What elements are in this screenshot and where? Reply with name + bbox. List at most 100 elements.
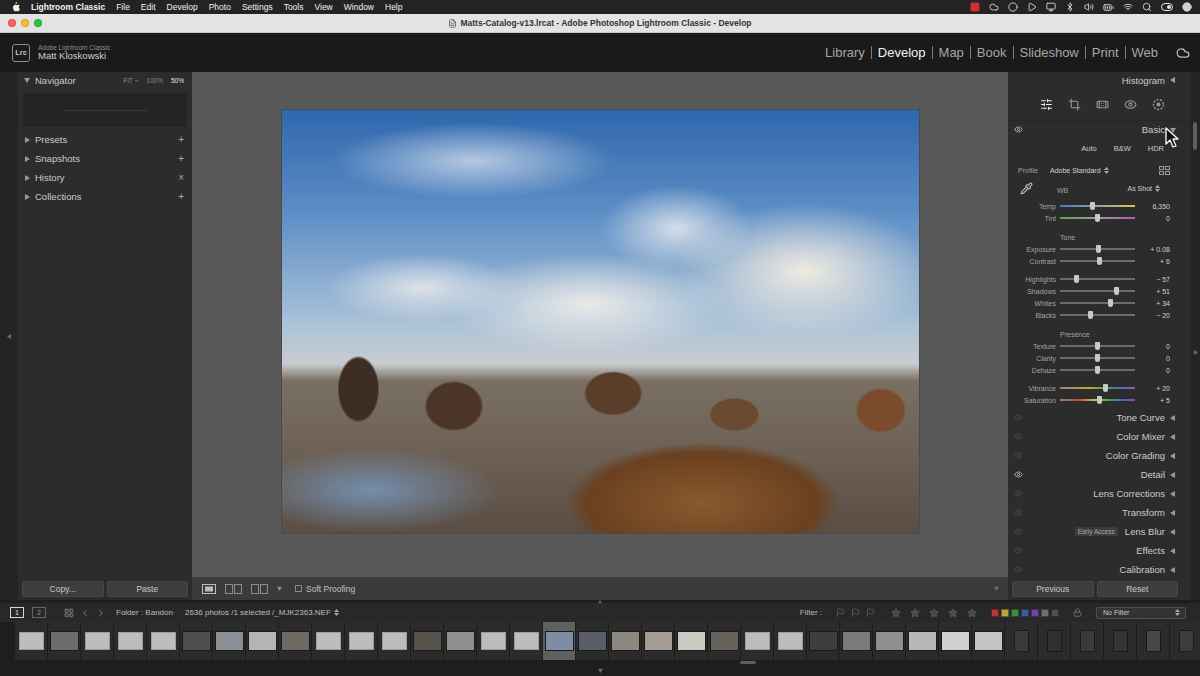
filmstrip-cell[interactable] bbox=[444, 622, 477, 660]
filmstrip-cell[interactable] bbox=[741, 622, 774, 660]
profile-browser-icon[interactable] bbox=[1159, 166, 1170, 175]
filmstrip-thumbnail[interactable] bbox=[151, 632, 176, 650]
healing-icon[interactable] bbox=[1096, 98, 1109, 111]
photo-preview[interactable] bbox=[282, 110, 919, 533]
slider-thumb[interactable] bbox=[1108, 299, 1113, 307]
menu-item[interactable]: File bbox=[116, 1, 130, 13]
menu-item[interactable]: Window bbox=[344, 1, 374, 13]
expand-triangle-icon[interactable] bbox=[24, 175, 30, 181]
slider-thumb[interactable] bbox=[1103, 384, 1108, 392]
panel-section-header[interactable]: Presets+ bbox=[18, 130, 192, 149]
color-label-filter[interactable] bbox=[1011, 609, 1019, 617]
cloud-status-icon[interactable] bbox=[989, 2, 999, 12]
expand-triangle-icon[interactable] bbox=[1170, 548, 1176, 554]
filmstrip-cell[interactable] bbox=[477, 622, 510, 660]
flag-filter-icon[interactable] bbox=[866, 608, 875, 617]
window-page-button[interactable]: 2 bbox=[32, 607, 46, 618]
dropdown-arrows-icon[interactable] bbox=[334, 609, 339, 616]
slider-thumb[interactable] bbox=[1095, 342, 1100, 350]
panel-header[interactable]: Detail bbox=[1008, 465, 1190, 484]
battery-icon[interactable] bbox=[1103, 2, 1114, 13]
slider-thumb[interactable] bbox=[1096, 245, 1101, 253]
filmstrip-cell[interactable] bbox=[939, 622, 972, 660]
filmstrip-cell[interactable] bbox=[246, 622, 279, 660]
panel-visibility-icon[interactable] bbox=[1014, 125, 1023, 134]
color-label-filter[interactable] bbox=[1051, 609, 1059, 617]
filmstrip-thumbnail[interactable] bbox=[281, 631, 310, 651]
slider-value[interactable]: − 57 bbox=[1135, 276, 1170, 283]
navigator-preview[interactable] bbox=[22, 92, 188, 128]
expand-triangle-icon[interactable] bbox=[24, 77, 30, 83]
dropdown-arrows-icon[interactable] bbox=[1104, 167, 1109, 174]
section-action-button[interactable]: + bbox=[178, 153, 184, 164]
expand-triangle-icon[interactable] bbox=[1170, 529, 1176, 535]
panel-visibility-icon[interactable] bbox=[1014, 413, 1023, 422]
slider-value[interactable]: + 51 bbox=[1135, 288, 1170, 295]
slider-thumb[interactable] bbox=[1090, 202, 1095, 210]
filmstrip-cell[interactable] bbox=[873, 622, 906, 660]
filmstrip-cell[interactable] bbox=[1038, 622, 1071, 660]
filmstrip-scrollbar[interactable] bbox=[18, 661, 1182, 664]
cloud-sync-icon[interactable] bbox=[1176, 46, 1190, 60]
filmstrip-thumbnail[interactable] bbox=[745, 632, 770, 650]
slider-value[interactable]: 0 bbox=[1135, 343, 1170, 350]
color-label-filter[interactable] bbox=[991, 609, 999, 617]
filmstrip-cell[interactable] bbox=[1170, 622, 1200, 660]
crop-icon[interactable] bbox=[1068, 98, 1081, 111]
bluetooth-icon[interactable] bbox=[1065, 2, 1075, 12]
zoom-option[interactable]: 100% bbox=[146, 77, 163, 84]
expand-triangle-icon[interactable] bbox=[1170, 127, 1176, 133]
panel-scrollbar[interactable] bbox=[1193, 122, 1197, 150]
color-label-filter[interactable] bbox=[1001, 609, 1009, 617]
menu-item[interactable]: Edit bbox=[141, 1, 156, 13]
expand-triangle-icon[interactable] bbox=[1170, 434, 1176, 440]
filmstrip-cell[interactable] bbox=[972, 622, 1005, 660]
slider-track[interactable] bbox=[1060, 387, 1135, 389]
flag-filter-icon[interactable] bbox=[851, 608, 860, 617]
filmstrip-thumbnail[interactable] bbox=[710, 631, 739, 651]
before-after-icon[interactable] bbox=[225, 584, 242, 594]
filmstrip-thumbnail[interactable] bbox=[611, 631, 640, 651]
filmstrip-cell[interactable] bbox=[1005, 622, 1038, 660]
expand-triangle-icon[interactable] bbox=[1170, 491, 1176, 497]
basic-header[interactable]: Basic bbox=[1008, 121, 1190, 138]
slider-value[interactable]: 0 bbox=[1135, 367, 1170, 374]
collapse-bottom-icon[interactable] bbox=[598, 668, 603, 673]
before-after-split-icon[interactable] bbox=[251, 584, 268, 594]
menu-item[interactable]: Settings bbox=[242, 1, 273, 13]
dropdown-arrows-icon[interactable] bbox=[1155, 185, 1160, 192]
filmstrip-cell[interactable] bbox=[147, 622, 180, 660]
filmstrip-thumbnail[interactable] bbox=[941, 631, 970, 651]
star-filter-icon[interactable] bbox=[910, 608, 920, 618]
filmstrip-cell[interactable] bbox=[708, 622, 741, 660]
panel-visibility-icon[interactable] bbox=[1014, 489, 1023, 498]
slider-thumb[interactable] bbox=[1095, 214, 1100, 222]
slider-value[interactable]: 0 bbox=[1135, 215, 1170, 222]
module-item[interactable]: Library bbox=[819, 46, 871, 59]
module-item[interactable]: Slideshow bbox=[1013, 46, 1085, 59]
panel-button[interactable]: Previous bbox=[1012, 581, 1094, 597]
histogram-header[interactable]: Histogram bbox=[1008, 72, 1190, 88]
slider-value[interactable]: − 20 bbox=[1135, 312, 1170, 319]
slider-value[interactable]: + 0.08 bbox=[1135, 246, 1170, 253]
panel-visibility-icon[interactable] bbox=[1014, 451, 1023, 460]
navigator-header[interactable]: NavigatorFIT ÷100%50% bbox=[18, 72, 192, 88]
filmstrip-thumbnail[interactable] bbox=[413, 631, 442, 651]
filmstrip-thumbnail[interactable] bbox=[1080, 630, 1095, 652]
record-status-icon[interactable] bbox=[1008, 2, 1018, 12]
wb-dropdown[interactable]: As Shot bbox=[1127, 185, 1160, 192]
expand-triangle-icon[interactable] bbox=[24, 156, 30, 162]
filmstrip-thumbnail[interactable] bbox=[578, 631, 607, 651]
expand-triangle-icon[interactable] bbox=[1170, 453, 1176, 459]
filmstrip-cell[interactable] bbox=[774, 622, 807, 660]
filmstrip-thumbnail[interactable] bbox=[514, 632, 539, 650]
filmstrip-cell[interactable] bbox=[675, 622, 708, 660]
panel-button[interactable]: Copy... bbox=[22, 581, 104, 597]
filmstrip-thumbnail[interactable] bbox=[778, 632, 803, 650]
filmstrip-cell[interactable] bbox=[411, 622, 444, 660]
slider-value[interactable]: 0 bbox=[1135, 355, 1170, 362]
filter-preset-dropdown[interactable]: No Filter bbox=[1096, 607, 1186, 619]
slider-value[interactable]: + 20 bbox=[1135, 385, 1170, 392]
filmstrip-cell[interactable] bbox=[609, 622, 642, 660]
volume-icon[interactable] bbox=[1084, 2, 1094, 12]
